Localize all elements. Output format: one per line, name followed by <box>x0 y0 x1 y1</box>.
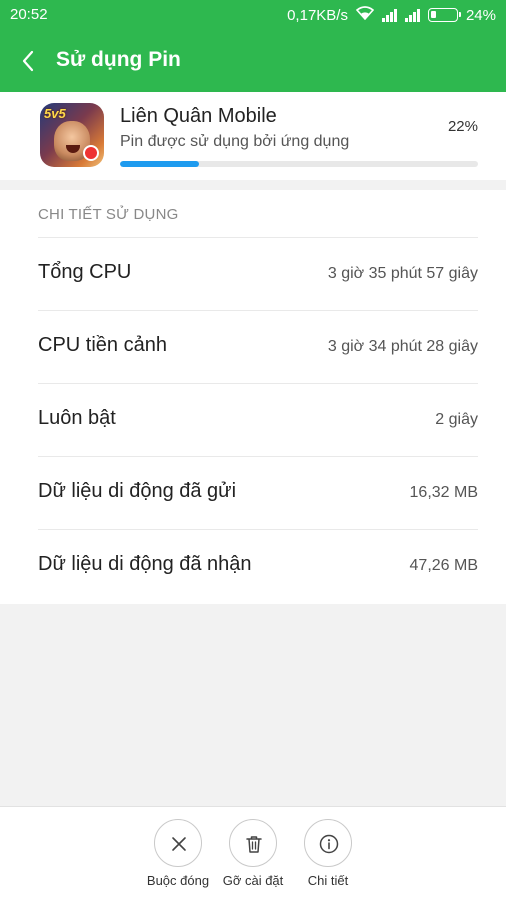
detail-label: Luôn bật <box>38 407 116 429</box>
detail-value: 16,32 MB <box>409 484 478 501</box>
status-time: 20:52 <box>10 6 48 23</box>
app-bar: Sử dụng Pin <box>0 30 506 92</box>
garena-logo-icon <box>83 145 99 161</box>
app-name: Liên Quân Mobile <box>120 105 277 127</box>
details-button[interactable]: Chi tiết <box>283 819 373 888</box>
close-icon <box>172 837 186 851</box>
app-usage-card: 5v5 Liên Quân Mobile Pin được sử dụng bở… <box>0 92 506 180</box>
detail-row-foreground-cpu: CPU tiền cảnh 3 giờ 34 phút 28 giây <box>38 310 478 383</box>
uninstall-circle[interactable] <box>229 819 277 867</box>
battery-level <box>430 11 437 18</box>
bottom-action-bar: Buộc đóng Gỡ cài đặt Chi tiết <box>0 806 506 900</box>
detail-row-mobile-data-received: Dữ liệu di động đã nhận 47,26 MB <box>38 529 478 602</box>
app-subtitle: Pin được sử dụng bởi ứng dụng <box>120 133 350 150</box>
signal-icon-2 <box>404 8 420 22</box>
details-circle[interactable] <box>304 819 352 867</box>
usage-progress-fill <box>120 161 199 167</box>
chevron-left-icon[interactable] <box>16 45 44 77</box>
signal-icon <box>381 8 397 22</box>
status-bar: 20:52 0,17KB/s 24% <box>0 0 506 30</box>
detail-value: 47,26 MB <box>409 557 478 574</box>
section-header: CHI TIẾT SỬ DỤNG <box>38 206 179 223</box>
info-icon <box>319 834 339 854</box>
page-title: Sử dụng Pin <box>56 48 181 71</box>
detail-value: 2 giây <box>435 411 478 428</box>
force-stop-circle[interactable] <box>154 819 202 867</box>
network-speed: 0,17KB/s <box>287 6 348 24</box>
usage-percent: 22% <box>447 118 478 135</box>
detail-label: CPU tiền cảnh <box>38 334 167 356</box>
details-label: Chi tiết <box>307 873 349 888</box>
battery-percent: 24% <box>465 6 496 24</box>
detail-label: Dữ liệu di động đã nhận <box>38 553 252 575</box>
detail-row-mobile-data-sent: Dữ liệu di động đã gửi 16,32 MB <box>38 456 478 529</box>
detail-label: Tổng CPU <box>38 261 132 283</box>
detail-label: Dữ liệu di động đã gửi <box>38 480 237 502</box>
app-icon: 5v5 <box>40 103 104 167</box>
usage-progress-bar <box>120 161 478 167</box>
battery-icon <box>427 8 461 22</box>
wifi-icon <box>355 6 375 24</box>
detail-row-keep-awake: Luôn bật 2 giây <box>38 383 478 456</box>
detail-value: 3 giờ 34 phút 28 giây <box>327 338 478 355</box>
status-right: 0,17KB/s 24% <box>287 6 496 24</box>
detail-row-total-cpu: Tổng CPU 3 giờ 35 phút 57 giây <box>38 237 478 310</box>
detail-value: 3 giờ 35 phút 57 giây <box>327 265 478 282</box>
usage-details: CHI TIẾT SỬ DỤNG Tổng CPU 3 giờ 35 phút … <box>0 190 506 604</box>
trash-icon <box>246 836 262 853</box>
app-icon-badge: 5v5 <box>44 106 66 121</box>
